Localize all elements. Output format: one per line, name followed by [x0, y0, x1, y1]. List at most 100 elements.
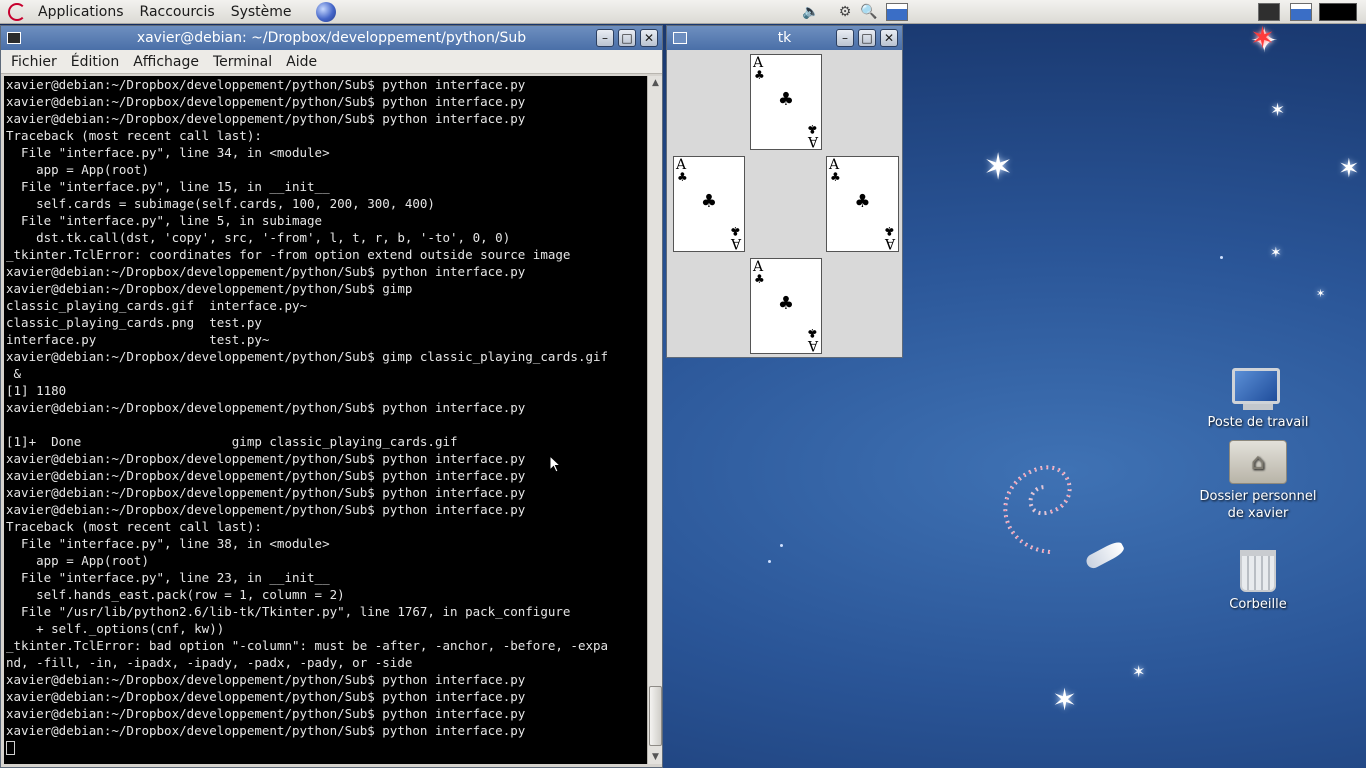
debian-swirl-graphic — [1003, 465, 1072, 554]
terminal-line: xavier@debian:~/Dropbox/developpement/py… — [6, 502, 526, 517]
menu-fichier[interactable]: Fichier — [5, 54, 63, 70]
decor-star: ✶ — [1250, 24, 1276, 56]
terminal-line: xavier@debian:~/Dropbox/developpement/py… — [6, 689, 526, 704]
terminal-line: self.hands_east.pack(row = 1, column = 2… — [6, 587, 345, 602]
web-browser-icon[interactable] — [315, 1, 336, 22]
terminal-line: xavier@debian:~/Dropbox/developpement/py… — [6, 672, 526, 687]
mouse-pointer-icon — [549, 455, 561, 473]
desktop-icon-trash[interactable]: Corbeille — [1198, 550, 1318, 613]
decor-star: ✶ — [1338, 154, 1360, 184]
terminal-line: _tkinter.TclError: bad option "-column":… — [6, 638, 609, 653]
desktop-icon-label: Dossier personnel de xavier — [1199, 489, 1317, 521]
decor-dot — [1220, 256, 1223, 259]
terminal-line: xavier@debian:~/Dropbox/developpement/py… — [6, 264, 526, 279]
home-folder-icon: ⌂ — [1229, 440, 1287, 484]
scroll-up-arrow-icon[interactable]: ▲ — [649, 76, 662, 90]
debian-logo-icon — [8, 2, 26, 21]
terminal-line: dst.tk.call(dst, 'copy', src, '-from', l… — [6, 230, 511, 245]
terminal-line: classic_playing_cards.gif interface.py~ — [6, 298, 308, 313]
tk-app-icon — [673, 32, 687, 44]
card-rank: A — [884, 235, 895, 251]
club-suit-icon: ♣ — [830, 170, 841, 184]
desktop-icon-home[interactable]: ⌂ Dossier personnel de xavier — [1198, 440, 1318, 522]
window-title: xavier@debian: ~/Dropbox/developpement/p… — [136, 30, 527, 46]
close-button[interactable]: ✕ — [640, 29, 658, 47]
terminal-line: [1]+ Done gimp classic_playing_cards.gif — [6, 434, 458, 449]
terminal-app-icon — [7, 32, 21, 44]
top-panel: Applications Raccourcis Système 🔈 ⚙ 🔍 — [0, 0, 1366, 24]
desktop-icon-label: Poste de travail — [1207, 415, 1309, 430]
terminal-line: xavier@debian:~/Dropbox/developpement/py… — [6, 400, 526, 415]
maximize-button[interactable]: □ — [618, 29, 636, 47]
terminal-output[interactable]: xavier@debian:~/Dropbox/developpement/py… — [4, 76, 647, 764]
terminal-line: app = App(root) — [6, 553, 149, 568]
club-suit-icon: ♣ — [754, 272, 765, 286]
terminal-line: File "interface.py", line 5, in subimage — [6, 213, 323, 228]
club-suit-icon: ♣ — [700, 191, 718, 212]
decor-star: ✶ — [1270, 100, 1286, 121]
scrollbar-thumb[interactable] — [649, 686, 662, 746]
decor-star: ✶ — [1132, 662, 1146, 681]
terminal-launcher-icon[interactable] — [1256, 2, 1282, 22]
terminal-line: xavier@debian:~/Dropbox/developpement/py… — [6, 706, 526, 721]
search-tool-icon[interactable]: 🔍 — [858, 2, 880, 22]
tk-canvas: A ♣ ♣ ♣ A A ♣ ♣ ♣ A A ♣ ♣ ♣ A A ♣ ♣ ♣ A — [667, 50, 902, 357]
card-south[interactable]: A ♣ ♣ ♣ A — [750, 258, 822, 354]
terminal-line: self.cards = subimage(self.cards, 100, 2… — [6, 196, 435, 211]
terminal-titlebar[interactable]: xavier@debian: ~/Dropbox/developpement/p… — [1, 26, 662, 50]
terminal-line: xavier@debian:~/Dropbox/developpement/py… — [6, 485, 526, 500]
tk-titlebar[interactable]: tk – □ ✕ — [667, 26, 902, 50]
terminal-line: Traceback (most recent call last): — [6, 519, 262, 534]
menu-edition[interactable]: Édition — [65, 54, 125, 70]
terminal-line: classic_playing_cards.png test.py — [6, 315, 262, 330]
terminal-line: xavier@debian:~/Dropbox/developpement/py… — [6, 94, 526, 109]
computer-icon — [1232, 368, 1284, 410]
terminal-line: _tkinter.TclError: coordinates for -from… — [6, 247, 571, 262]
terminal-text: xavier@debian:~/Dropbox/developpement/py… — [4, 76, 647, 756]
terminal-line: xavier@debian:~/Dropbox/developpement/py… — [6, 723, 526, 738]
system-monitor-icon — [1318, 2, 1358, 22]
menu-applications[interactable]: Applications — [30, 0, 132, 24]
minimize-button[interactable]: – — [836, 29, 854, 47]
volume-icon[interactable]: 🔈 — [800, 2, 822, 22]
tk-window: tk – □ ✕ A ♣ ♣ ♣ A A ♣ ♣ ♣ A A ♣ ♣ ♣ A A… — [666, 25, 903, 358]
card-north[interactable]: A ♣ ♣ ♣ A — [750, 54, 822, 150]
card-west[interactable]: A ♣ ♣ ♣ A — [673, 156, 745, 252]
terminal-line: File "interface.py", line 38, in <module… — [6, 536, 330, 551]
terminal-line: app = App(root) — [6, 162, 149, 177]
terminal-line: File "interface.py", line 34, in <module… — [6, 145, 330, 160]
window-icon[interactable] — [886, 2, 908, 22]
terminal-line: interface.py test.py~ — [6, 332, 270, 347]
decor-star: ✶ — [983, 147, 1014, 188]
decor-star: ✶ — [1316, 287, 1326, 300]
terminal-line: + self._options(cnf, kw)) — [6, 621, 225, 636]
close-button[interactable]: ✕ — [880, 29, 898, 47]
card-east[interactable]: A ♣ ♣ ♣ A — [826, 156, 899, 252]
terminal-line: & — [6, 366, 22, 381]
scroll-down-arrow-icon[interactable]: ▼ — [649, 750, 662, 764]
terminal-line: xavier@debian:~/Dropbox/developpement/py… — [6, 281, 413, 296]
card-rank: A — [807, 133, 818, 149]
desktop-icon-label: Corbeille — [1229, 597, 1287, 612]
decor-dot — [780, 544, 783, 547]
terminal-line: [1] 1180 — [6, 383, 67, 398]
maximize-button[interactable]: □ — [858, 29, 876, 47]
desktop-icon-computer[interactable]: Poste de travail — [1198, 368, 1318, 431]
menu-affichage[interactable]: Affichage — [127, 54, 205, 70]
menu-aide[interactable]: Aide — [280, 54, 323, 70]
show-desktop-icon[interactable] — [1288, 2, 1314, 22]
network-icon[interactable]: ⚙ — [834, 2, 856, 22]
decor-star: ✶ — [1052, 683, 1078, 718]
club-suit-icon: ♣ — [677, 170, 688, 184]
card-rank: A — [807, 337, 818, 353]
terminal-line: File "interface.py", line 23, in __init_… — [6, 570, 330, 585]
trash-icon — [1240, 550, 1276, 592]
terminal-scrollbar[interactable]: ▲ ▼ — [647, 76, 662, 764]
terminal-cursor-line — [6, 739, 647, 756]
minimize-button[interactable]: – — [596, 29, 614, 47]
terminal-window: xavier@debian: ~/Dropbox/developpement/p… — [0, 25, 663, 768]
terminal-line: Traceback (most recent call last): — [6, 128, 262, 143]
menu-terminal[interactable]: Terminal — [207, 54, 278, 70]
menu-systeme[interactable]: Système — [223, 0, 300, 24]
menu-raccourcis[interactable]: Raccourcis — [132, 0, 223, 24]
